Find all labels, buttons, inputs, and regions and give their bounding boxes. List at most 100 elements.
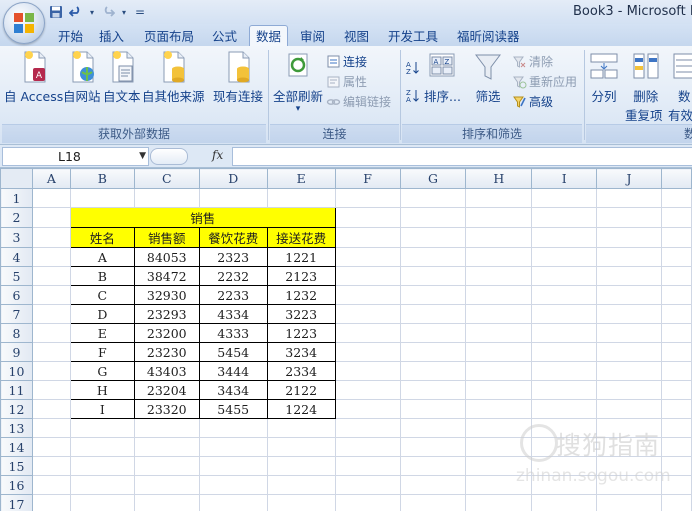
tab-formulas[interactable]: 公式 bbox=[210, 27, 239, 46]
empty-cell[interactable] bbox=[399, 475, 467, 495]
empty-cell[interactable] bbox=[399, 380, 467, 400]
data-cell[interactable]: 43403 bbox=[133, 361, 200, 381]
data-cell[interactable]: H bbox=[69, 380, 135, 400]
data-cell[interactable]: 4333 bbox=[198, 323, 268, 343]
row-header[interactable]: 7 bbox=[0, 304, 33, 324]
column-header[interactable]: D bbox=[198, 168, 268, 189]
empty-cell[interactable] bbox=[465, 188, 533, 208]
empty-cell[interactable] bbox=[596, 227, 662, 248]
empty-cell[interactable] bbox=[465, 418, 533, 438]
empty-cell[interactable] bbox=[31, 207, 71, 228]
empty-cell[interactable] bbox=[660, 323, 692, 343]
empty-cell[interactable] bbox=[266, 475, 336, 495]
empty-cell[interactable] bbox=[31, 475, 71, 495]
empty-cell[interactable] bbox=[133, 437, 200, 457]
data-cell[interactable]: 84053 bbox=[133, 247, 200, 267]
data-cell[interactable]: 23230 bbox=[133, 342, 200, 362]
empty-cell[interactable] bbox=[596, 494, 662, 511]
redo-dropdown-icon[interactable]: ▾ bbox=[120, 4, 128, 20]
empty-cell[interactable] bbox=[31, 285, 71, 305]
data-cell[interactable]: 4334 bbox=[198, 304, 268, 324]
empty-cell[interactable] bbox=[266, 188, 336, 208]
data-cell[interactable]: 5455 bbox=[198, 399, 268, 419]
from-web-button[interactable]: 自网站 bbox=[63, 50, 101, 105]
empty-cell[interactable] bbox=[198, 188, 268, 208]
empty-cell[interactable] bbox=[133, 494, 200, 511]
data-cell[interactable]: G bbox=[69, 361, 135, 381]
empty-cell[interactable] bbox=[69, 437, 135, 457]
data-cell[interactable]: D bbox=[69, 304, 135, 324]
name-box-dropdown-icon[interactable]: ▼ bbox=[139, 148, 146, 165]
data-cell[interactable]: 23204 bbox=[133, 380, 200, 400]
row-header[interactable]: 9 bbox=[0, 342, 33, 362]
empty-cell[interactable] bbox=[465, 494, 533, 511]
empty-cell[interactable] bbox=[596, 207, 662, 228]
empty-cell[interactable] bbox=[399, 456, 467, 476]
worksheet-grid[interactable]: A B C D E F G H I J 1 2 销售 3 姓名 销售额 餐饮花费 接送花费 4 A… bbox=[0, 168, 692, 511]
empty-cell[interactable] bbox=[334, 342, 401, 362]
data-cell[interactable]: 2232 bbox=[198, 266, 268, 286]
empty-cell[interactable] bbox=[660, 380, 692, 400]
empty-cell[interactable] bbox=[69, 475, 135, 495]
empty-cell[interactable] bbox=[660, 227, 692, 248]
edit-links-button[interactable]: 编辑链接 bbox=[326, 92, 391, 110]
row-header[interactable]: 2 bbox=[0, 207, 33, 228]
data-cell[interactable]: 5454 bbox=[198, 342, 268, 362]
refresh-dropdown-icon[interactable]: ▾ bbox=[273, 105, 323, 114]
column-title-cell[interactable]: 接送花费 bbox=[266, 227, 336, 248]
properties-button[interactable]: 属性 bbox=[326, 72, 367, 90]
empty-cell[interactable] bbox=[334, 418, 401, 438]
empty-cell[interactable] bbox=[531, 456, 598, 476]
empty-cell[interactable] bbox=[198, 494, 268, 511]
data-cell[interactable]: 23293 bbox=[133, 304, 200, 324]
empty-cell[interactable] bbox=[399, 494, 467, 511]
empty-cell[interactable] bbox=[69, 494, 135, 511]
empty-cell[interactable] bbox=[531, 304, 598, 324]
empty-cell[interactable] bbox=[660, 188, 692, 208]
column-header[interactable]: H bbox=[465, 168, 533, 189]
empty-cell[interactable] bbox=[596, 188, 662, 208]
refresh-all-button[interactable]: 全部刷新 ▾ bbox=[273, 50, 323, 114]
empty-cell[interactable] bbox=[596, 475, 662, 495]
empty-cell[interactable] bbox=[465, 361, 533, 381]
empty-cell[interactable] bbox=[31, 266, 71, 286]
empty-cell[interactable] bbox=[660, 304, 692, 324]
sort-button[interactable]: AZ 排序... bbox=[424, 50, 461, 105]
office-button[interactable] bbox=[3, 2, 45, 44]
empty-cell[interactable] bbox=[596, 266, 662, 286]
tab-home[interactable]: 开始 bbox=[56, 27, 85, 46]
empty-cell[interactable] bbox=[133, 475, 200, 495]
column-header[interactable]: E bbox=[266, 168, 336, 189]
empty-cell[interactable] bbox=[399, 304, 467, 324]
empty-cell[interactable] bbox=[334, 361, 401, 381]
empty-cell[interactable] bbox=[334, 266, 401, 286]
empty-cell[interactable] bbox=[69, 418, 135, 438]
row-header[interactable]: 3 bbox=[0, 227, 33, 248]
empty-cell[interactable] bbox=[334, 494, 401, 511]
empty-cell[interactable] bbox=[399, 207, 467, 228]
empty-cell[interactable] bbox=[334, 380, 401, 400]
data-cell[interactable]: 23320 bbox=[133, 399, 200, 419]
empty-cell[interactable] bbox=[660, 437, 692, 457]
tab-view[interactable]: 视图 bbox=[342, 27, 371, 46]
empty-cell[interactable] bbox=[465, 227, 533, 248]
data-cell[interactable]: F bbox=[69, 342, 135, 362]
empty-cell[interactable] bbox=[399, 361, 467, 381]
empty-cell[interactable] bbox=[531, 475, 598, 495]
empty-cell[interactable] bbox=[531, 247, 598, 267]
empty-cell[interactable] bbox=[399, 227, 467, 248]
empty-cell[interactable] bbox=[31, 399, 71, 419]
column-header[interactable]: A bbox=[31, 168, 71, 189]
empty-cell[interactable] bbox=[660, 266, 692, 286]
empty-cell[interactable] bbox=[531, 342, 598, 362]
empty-cell[interactable] bbox=[31, 323, 71, 343]
empty-cell[interactable] bbox=[465, 342, 533, 362]
filter-button[interactable]: 筛选 bbox=[473, 50, 503, 105]
empty-cell[interactable] bbox=[531, 380, 598, 400]
insert-function-button[interactable]: fx bbox=[212, 148, 223, 162]
empty-cell[interactable] bbox=[596, 342, 662, 362]
empty-cell[interactable] bbox=[31, 304, 71, 324]
row-header[interactable]: 16 bbox=[0, 475, 33, 495]
undo-icon[interactable] bbox=[68, 4, 84, 20]
empty-cell[interactable] bbox=[660, 361, 692, 381]
